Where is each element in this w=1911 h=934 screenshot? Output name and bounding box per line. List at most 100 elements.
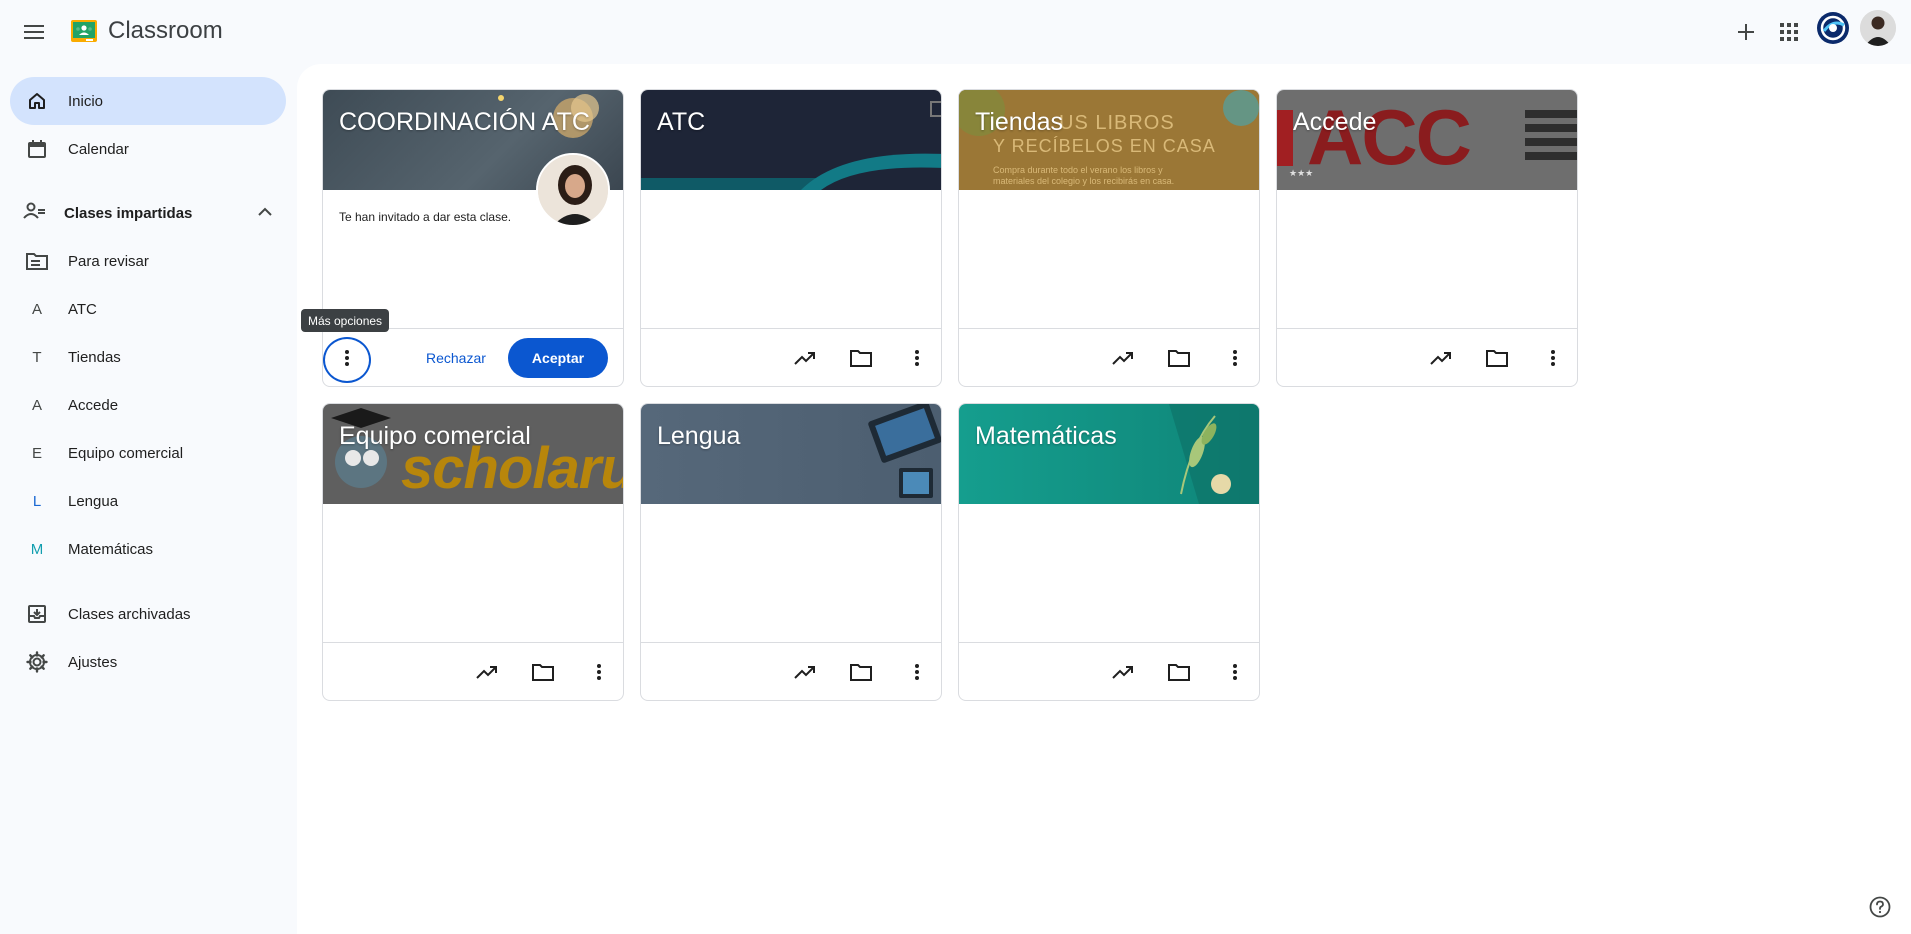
- class-banner[interactable]: Matemáticas: [959, 404, 1259, 504]
- section-classes-teaching[interactable]: Clases impartidas: [10, 189, 286, 237]
- help-icon: [1869, 896, 1891, 918]
- class-drive-folder-button[interactable]: [1161, 654, 1197, 690]
- invitation-message: Te han invitado a dar esta clase.: [339, 210, 512, 224]
- more-options-tooltip: Más opciones: [301, 309, 390, 332]
- main-menu-button[interactable]: [18, 16, 50, 48]
- sidebar-item-label: Accede: [68, 396, 119, 414]
- sidebar-item-atc[interactable]: A ATC: [10, 285, 286, 333]
- sidebar-item-label: ATC: [68, 300, 97, 318]
- class-initial: M: [30, 540, 44, 558]
- more-options-button[interactable]: [329, 340, 365, 376]
- class-initial: A: [31, 396, 42, 414]
- card-footer: [641, 328, 941, 386]
- chevron-up-icon[interactable]: [258, 204, 272, 222]
- sidebar-item-archived[interactable]: Clases archivadas: [10, 590, 286, 638]
- banner-heading: Y RECÍBELOS EN CASA: [993, 136, 1216, 156]
- more-options-button[interactable]: [1535, 340, 1571, 376]
- gradebook-button[interactable]: [1423, 340, 1459, 376]
- trending-up-icon: [794, 352, 815, 365]
- people-icon: [23, 201, 47, 226]
- classroom-logo-icon[interactable]: [71, 20, 97, 42]
- gradebook-button[interactable]: [787, 340, 823, 376]
- sidebar-item-lengua[interactable]: L Lengua: [10, 477, 286, 525]
- sidebar-item-tiendas[interactable]: T Tiendas: [10, 333, 286, 381]
- sidebar-item-label: Para revisar: [68, 252, 149, 270]
- trending-up-icon: [476, 666, 497, 679]
- sidebar-item-matematicas[interactable]: M Matemáticas: [10, 525, 286, 573]
- gradebook-button[interactable]: [1105, 654, 1141, 690]
- folder-icon: [850, 350, 872, 367]
- class-title-link[interactable]: COORDINACIÓN ATC: [339, 108, 590, 137]
- home-icon: [25, 89, 49, 113]
- sidebar-item-label: Equipo comercial: [68, 444, 184, 462]
- class-title-link[interactable]: Accede: [1293, 108, 1376, 137]
- gradebook-button[interactable]: [1105, 340, 1141, 376]
- section-label: Clases impartidas: [64, 204, 193, 222]
- more-vert-icon: [345, 350, 349, 366]
- class-title-link[interactable]: Matemáticas: [975, 422, 1117, 451]
- class-drive-folder-button[interactable]: [1479, 340, 1515, 376]
- banner-subtext: Compra durante todo el verano los libros…: [993, 165, 1163, 175]
- class-title-link[interactable]: ATC: [657, 108, 705, 137]
- sidebar-item-settings[interactable]: Ajustes: [10, 638, 286, 686]
- class-drive-folder-button[interactable]: [843, 654, 879, 690]
- class-initial: L: [32, 492, 42, 510]
- class-card-coordinacion-atc: COORDINACIÓN ATC Te han invitado a dar e…: [322, 89, 624, 387]
- more-options-button[interactable]: [1217, 654, 1253, 690]
- card-footer: [959, 642, 1259, 700]
- class-title-link[interactable]: Tiendas: [975, 108, 1063, 137]
- sidebar-item-para-revisar[interactable]: Para revisar: [10, 237, 286, 285]
- more-vert-icon: [915, 350, 919, 366]
- more-options-button[interactable]: [581, 654, 617, 690]
- create-class-button[interactable]: [1728, 14, 1764, 50]
- account-avatar[interactable]: [1860, 10, 1896, 46]
- app-title[interactable]: Classroom: [108, 17, 223, 45]
- class-banner[interactable]: scholaru Equipo comercial: [323, 404, 623, 504]
- class-drive-folder-button[interactable]: [1161, 340, 1197, 376]
- class-banner[interactable]: ATC: [641, 90, 941, 190]
- class-title-link[interactable]: Equipo comercial: [339, 422, 531, 451]
- teacher-avatar[interactable]: [536, 153, 610, 227]
- class-drive-folder-button[interactable]: [843, 340, 879, 376]
- class-initial: A: [31, 300, 42, 318]
- help-button[interactable]: [1866, 893, 1894, 921]
- sidebar-item-calendar[interactable]: Calendar: [10, 125, 286, 173]
- organization-logo[interactable]: [1815, 10, 1851, 46]
- sidebar-item-label: Matemáticas: [68, 540, 154, 558]
- class-card-lengua: Lengua: [640, 403, 942, 701]
- folder-icon: [850, 664, 872, 681]
- sidebar-item-equipo-comercial[interactable]: E Equipo comercial: [10, 429, 286, 477]
- more-options-button[interactable]: [899, 654, 935, 690]
- gradebook-button[interactable]: [787, 654, 823, 690]
- sidebar-item-label: Inicio: [68, 92, 104, 110]
- class-banner[interactable]: ★★★ ACC Accede: [1277, 90, 1577, 190]
- sidebar-item-label: Ajustes: [68, 653, 118, 671]
- card-footer: Rechazar Aceptar: [323, 328, 623, 386]
- gradebook-button[interactable]: [469, 654, 505, 690]
- class-banner[interactable]: US LIBROS Y RECÍBELOS EN CASA Compra dur…: [959, 90, 1259, 190]
- decline-button[interactable]: Rechazar: [416, 338, 496, 378]
- class-card-matematicas: Matemáticas: [958, 403, 1260, 701]
- plus-icon: [1738, 24, 1754, 40]
- sidebar-item-label: Calendar: [68, 140, 129, 158]
- sidebar-item-inicio[interactable]: Inicio: [10, 77, 286, 125]
- trending-up-icon: [1112, 352, 1133, 365]
- more-options-button[interactable]: [899, 340, 935, 376]
- class-drive-folder-button[interactable]: [525, 654, 561, 690]
- accept-button[interactable]: Aceptar: [508, 338, 608, 378]
- more-vert-icon: [1233, 350, 1237, 366]
- more-vert-icon: [1233, 664, 1237, 680]
- folder-icon: [1486, 350, 1508, 367]
- organization-logo-icon: [1817, 12, 1849, 44]
- more-options-button[interactable]: [1217, 340, 1253, 376]
- calendar-icon: [25, 137, 49, 161]
- class-initial: T: [32, 348, 42, 366]
- card-footer: [641, 642, 941, 700]
- google-apps-button[interactable]: [1771, 14, 1807, 50]
- class-banner[interactable]: Lengua: [641, 404, 941, 504]
- more-vert-icon: [1551, 350, 1555, 366]
- teacher-photo-icon: [538, 155, 608, 225]
- banner-decoration-icon: [641, 101, 941, 190]
- sidebar-item-accede[interactable]: A Accede: [10, 381, 286, 429]
- class-title-link[interactable]: Lengua: [657, 422, 740, 451]
